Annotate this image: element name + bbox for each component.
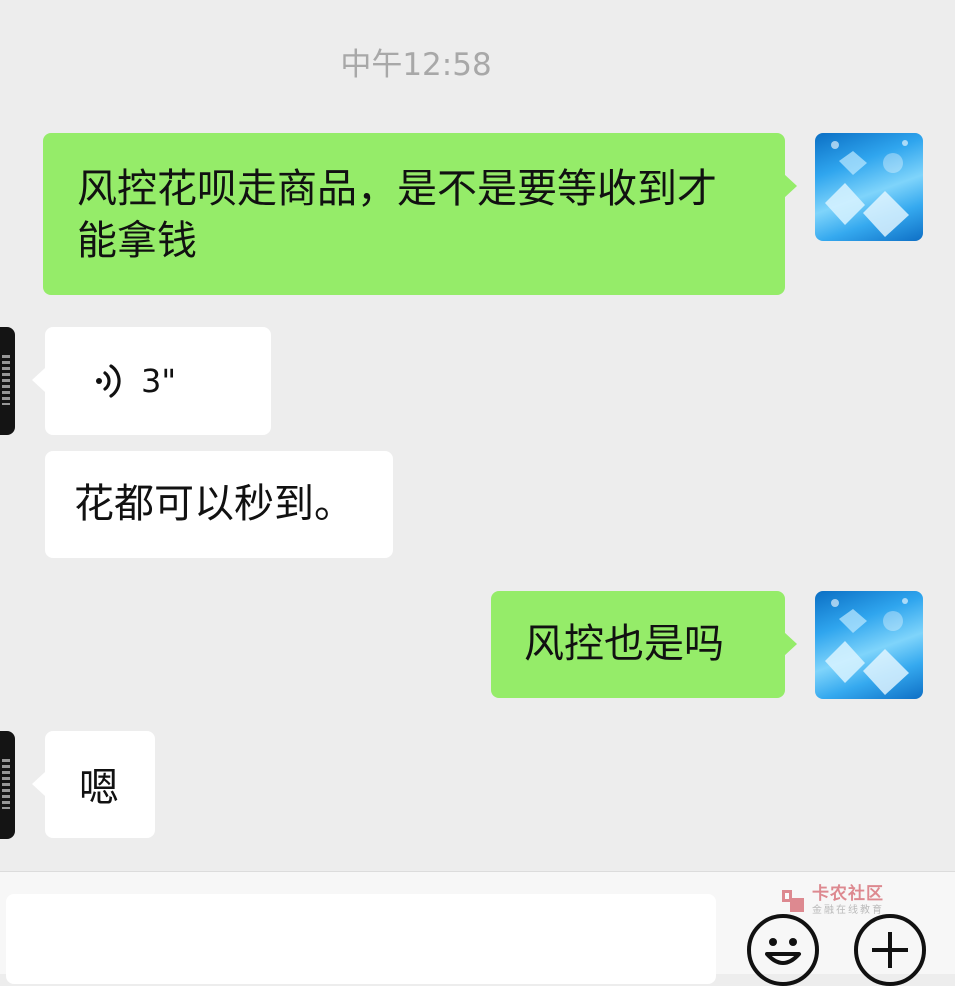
contact-message-bubble[interactable]: 花都可以秒到。	[45, 451, 393, 558]
watermark: 卡农社区 金融在线教育	[778, 886, 884, 916]
my-avatar[interactable]	[815, 591, 923, 699]
bubble-tail	[32, 368, 45, 392]
message-timestamp: 中午12:58	[340, 47, 492, 83]
chat-area[interactable]: 中午12:58 风控花呗走商品，是不是要等收到才能拿钱 3" 花都可以秒到。 风…	[0, 0, 955, 871]
my-message-bubble[interactable]: 风控花呗走商品，是不是要等收到才能拿钱	[43, 133, 785, 295]
my-avatar[interactable]	[815, 133, 923, 241]
voice-duration: 3"	[141, 362, 177, 400]
more-button[interactable]	[854, 914, 926, 986]
chat-input-bar: 卡农社区 金融在线教育	[0, 871, 955, 986]
watermark-subtitle: 金融在线教育	[812, 905, 884, 916]
message-input[interactable]	[6, 894, 716, 984]
contact-avatar[interactable]	[0, 327, 15, 435]
emoji-button[interactable]	[747, 914, 819, 986]
ice-diamond-avatar-image	[825, 598, 909, 695]
plus-circle-icon	[872, 932, 908, 968]
avatar-mark	[2, 355, 10, 405]
voice-wave-icon	[96, 364, 121, 398]
watermark-logo-icon	[778, 886, 808, 916]
ice-diamond-avatar-image	[825, 140, 909, 237]
bubble-tail	[784, 632, 797, 656]
avatar-mark	[2, 759, 10, 809]
bubble-tail	[784, 174, 797, 198]
voice-message-bubble[interactable]: 3"	[45, 327, 271, 435]
message-text: 嗯	[79, 765, 119, 811]
message-text: 花都可以秒到。	[74, 481, 354, 527]
my-message-bubble[interactable]: 风控也是吗	[491, 591, 785, 698]
watermark-title: 卡农社区	[812, 884, 884, 904]
message-text: 风控也是吗	[524, 621, 724, 667]
contact-avatar[interactable]	[0, 731, 15, 839]
contact-message-bubble[interactable]: 嗯	[45, 731, 155, 838]
message-text: 风控花呗走商品，是不是要等收到才能拿钱	[77, 166, 717, 264]
bubble-tail	[32, 772, 45, 796]
smiley-face-icon	[765, 938, 801, 965]
